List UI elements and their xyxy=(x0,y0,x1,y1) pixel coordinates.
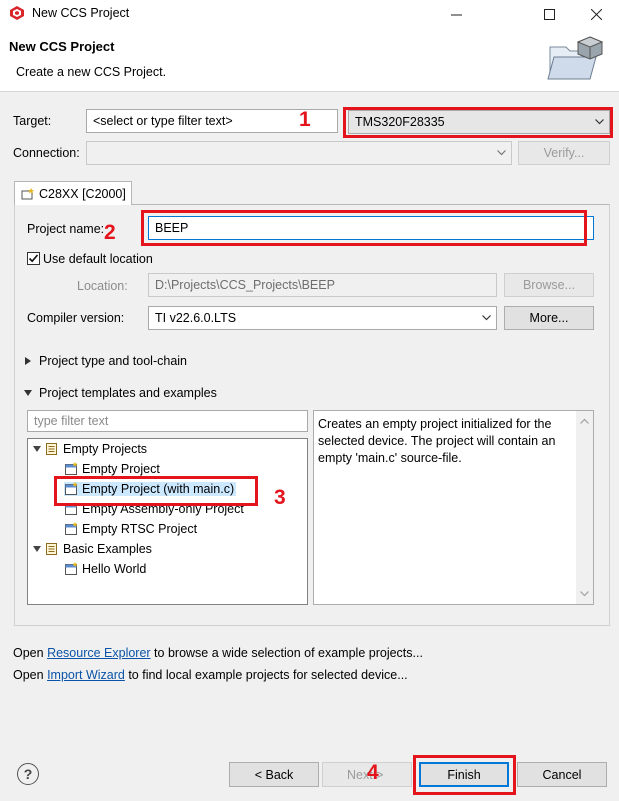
checkmark-icon xyxy=(28,254,39,263)
line-prefix: Open xyxy=(13,646,48,660)
device-tab-icon xyxy=(21,187,34,199)
use-default-location-label: Use default location xyxy=(43,252,153,266)
wizard-subtitle: Create a new CCS Project. xyxy=(16,65,167,79)
caret-down-icon xyxy=(33,446,41,452)
window-title: New CCS Project xyxy=(32,6,130,20)
wizard-title: New CCS Project xyxy=(9,39,115,54)
annotation-number-2: 2 xyxy=(104,221,116,244)
tree-label: Basic Examples xyxy=(63,542,152,556)
highlight-box-2 xyxy=(141,210,587,246)
cancel-button[interactable]: Cancel xyxy=(517,762,607,787)
compiler-version-value: TI v22.6.0.LTS xyxy=(155,311,237,325)
import-wizard-line: Open Import Wizard to find local example… xyxy=(13,668,408,682)
templates-tree[interactable]: Empty Projects Empty Project Empty Proje… xyxy=(27,438,308,605)
highlight-box-3 xyxy=(54,476,258,506)
import-wizard-link[interactable]: Import Wizard xyxy=(47,668,125,682)
help-icon: ? xyxy=(23,766,33,782)
template-group-icon xyxy=(46,443,57,455)
tree-item-empty-project[interactable]: Empty Project xyxy=(64,462,160,476)
use-default-location-checkbox[interactable] xyxy=(27,252,40,265)
target-label: Target: xyxy=(13,114,52,128)
annotation-number-1: 1 xyxy=(299,108,311,131)
description-scrollbar[interactable] xyxy=(576,411,593,604)
back-button[interactable]: < Back xyxy=(229,762,319,787)
compiler-version-label: Compiler version: xyxy=(27,311,125,325)
highlight-box-1 xyxy=(343,107,613,138)
connection-combo[interactable] xyxy=(86,141,512,165)
resource-explorer-line: Open Resource Explorer to browse a wide … xyxy=(13,646,423,660)
template-group-icon xyxy=(46,543,57,555)
tree-label: Empty Projects xyxy=(63,442,148,456)
close-icon xyxy=(590,8,602,20)
maximize-button[interactable] xyxy=(526,0,572,28)
help-button[interactable]: ? xyxy=(17,763,39,785)
chevron-down-icon[interactable] xyxy=(580,591,589,597)
maximize-icon xyxy=(543,8,555,20)
line-prefix: Open xyxy=(13,668,48,682)
minimize-button[interactable] xyxy=(433,0,479,28)
project-template-icon xyxy=(65,522,78,535)
tree-item-empty-rtsc[interactable]: Empty RTSC Project xyxy=(64,522,197,536)
highlight-box-4 xyxy=(413,755,516,795)
chevron-up-icon[interactable] xyxy=(580,418,589,424)
template-description: Creates an empty project initialized for… xyxy=(313,410,594,605)
location-input[interactable]: D:\Projects\CCS_Projects\BEEP xyxy=(148,273,497,297)
templates-section-toggle[interactable]: Project templates and examples xyxy=(24,386,217,400)
annotation-number-4: 4 xyxy=(367,761,379,784)
resource-explorer-link[interactable]: Resource Explorer xyxy=(47,646,151,660)
folder-wizard-icon xyxy=(547,36,604,80)
annotation-number-3: 3 xyxy=(274,486,286,509)
project-template-icon xyxy=(65,462,78,475)
project-name-label: Project name: xyxy=(27,222,105,236)
project-template-icon xyxy=(65,562,78,575)
more-button[interactable]: More... xyxy=(504,306,594,330)
compiler-version-combo[interactable]: TI v22.6.0.LTS xyxy=(148,306,497,330)
close-button[interactable] xyxy=(573,0,619,28)
chevron-down-icon xyxy=(497,150,506,156)
wizard-header xyxy=(0,28,619,92)
verify-button[interactable]: Verify... xyxy=(518,141,610,165)
tree-group-basic-examples[interactable]: Basic Examples xyxy=(33,542,152,556)
minimize-icon xyxy=(450,14,462,15)
tab-label: C28XX [C2000] xyxy=(39,186,126,201)
caret-down-icon xyxy=(24,390,32,396)
tree-group-empty-projects[interactable]: Empty Projects xyxy=(33,442,147,456)
template-filter-input[interactable]: type filter text xyxy=(27,410,308,432)
tree-label: Hello World xyxy=(82,562,147,576)
ccs-app-icon xyxy=(10,6,24,20)
target-filter-text: <select or type filter text> xyxy=(93,114,233,128)
chevron-down-icon xyxy=(482,315,491,321)
connection-label: Connection: xyxy=(13,146,80,160)
location-value: D:\Projects\CCS_Projects\BEEP xyxy=(155,278,335,292)
toolchain-section-label: Project type and tool-chain xyxy=(39,354,188,368)
toolchain-section-toggle[interactable]: Project type and tool-chain xyxy=(25,354,187,368)
line-suffix: to find local example projects for selec… xyxy=(124,668,408,682)
templates-section-label: Project templates and examples xyxy=(39,386,217,400)
caret-down-icon xyxy=(33,546,41,552)
template-description-text: Creates an empty project initialized for… xyxy=(318,417,556,465)
tab-c28xx[interactable]: C28XX [C2000] xyxy=(14,181,132,205)
template-filter-placeholder: type filter text xyxy=(34,414,109,428)
caret-right-icon xyxy=(25,357,31,365)
line-suffix: to browse a wide selection of example pr… xyxy=(150,646,423,660)
tree-label: Empty Project xyxy=(82,462,160,476)
location-label: Location: xyxy=(77,279,128,293)
tree-item-hello-world[interactable]: Hello World xyxy=(64,562,146,576)
browse-button[interactable]: Browse... xyxy=(504,273,594,297)
tree-label: Empty RTSC Project xyxy=(82,522,198,536)
